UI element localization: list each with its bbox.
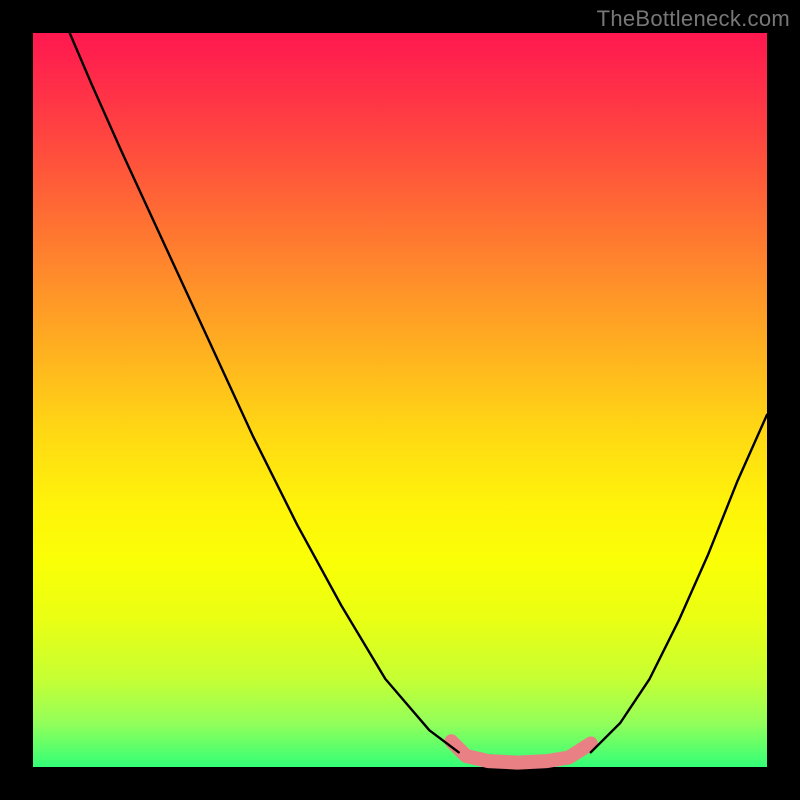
watermark-text: TheBottleneck.com bbox=[597, 6, 790, 32]
plot-area bbox=[33, 33, 767, 767]
series-black-right bbox=[591, 415, 767, 753]
curve-layer bbox=[33, 33, 767, 767]
series-black-left bbox=[70, 33, 459, 752]
series-pink-bottom bbox=[451, 741, 590, 762]
chart-frame: TheBottleneck.com bbox=[0, 0, 800, 800]
